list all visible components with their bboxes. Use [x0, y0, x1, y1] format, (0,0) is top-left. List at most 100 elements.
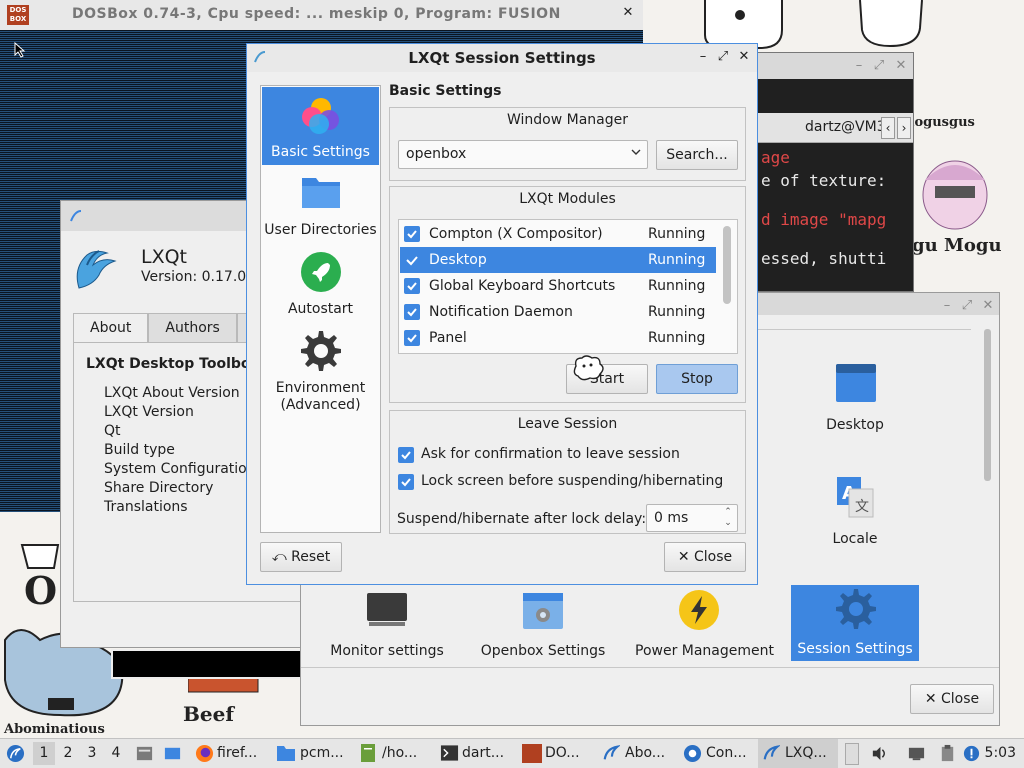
config-minimize-icon[interactable]: –: [937, 293, 957, 319]
desktop-switch-1[interactable]: 1: [33, 742, 55, 765]
lock-delay-value: 0 ms: [654, 510, 689, 526]
about-app-version: Version: 0.17.0: [141, 269, 247, 285]
network-icon[interactable]: [907, 744, 926, 763]
module-checkbox[interactable]: [404, 330, 420, 346]
desktop-icon: [836, 364, 876, 402]
config-item-power[interactable]: Power Management: [635, 587, 774, 663]
config-scrollbar-thumb[interactable]: [984, 329, 991, 481]
list-item: Share Directory: [104, 480, 214, 496]
config-item-openbox[interactable]: Openbox Settings: [479, 587, 607, 663]
main-menu-icon[interactable]: [6, 744, 25, 763]
search-wm-button[interactable]: Search...: [656, 140, 738, 170]
power-icon: [679, 590, 719, 630]
list-item: Translations: [104, 499, 188, 515]
task-label: DO...: [545, 745, 580, 761]
sidebar-item-autostart[interactable]: Autostart: [262, 245, 379, 321]
task-session-settings[interactable]: LXQ...: [758, 739, 838, 768]
wallpaper-ghost-art-2: [859, 0, 923, 48]
module-name: Compton (X Compositor): [429, 226, 603, 242]
tab-about[interactable]: About: [73, 313, 149, 343]
module-checkbox[interactable]: [404, 226, 420, 242]
desktop-switch-4[interactable]: 4: [105, 742, 127, 765]
stop-module-button[interactable]: Stop: [656, 364, 738, 394]
page-title: Basic Settings: [389, 83, 502, 99]
config-item-desktop[interactable]: Desktop: [791, 359, 919, 433]
desktop-switch-2[interactable]: 2: [57, 742, 79, 765]
session-minimize-icon[interactable]: –: [693, 44, 713, 70]
desktop-switch-3[interactable]: 3: [81, 742, 103, 765]
task-dosbox[interactable]: DO...: [520, 739, 580, 768]
config-item-session-settings[interactable]: Session Settings: [791, 585, 919, 661]
sidebar-item-environment[interactable]: Environment (Advanced): [262, 324, 379, 414]
modules-list[interactable]: Compton (X Compositor) Running Desktop R…: [398, 219, 738, 354]
config-item-monitor[interactable]: Monitor settings: [323, 587, 451, 663]
module-row[interactable]: Global Keyboard Shortcuts Running: [400, 273, 716, 299]
sidebar-item-user-directories[interactable]: User Directories: [262, 166, 379, 242]
lock-delay-spinbox[interactable]: 0 ms ⌃ ⌄: [646, 504, 738, 532]
task-terminal[interactable]: dart...: [438, 739, 504, 768]
gear-icon: [301, 331, 341, 371]
terminal-titlebar[interactable]: – ⤢ ✕: [741, 53, 913, 79]
sidebar-item-basic-settings[interactable]: Basic Settings: [262, 87, 379, 165]
clipboard-icon[interactable]: [938, 744, 957, 763]
session-close-button[interactable]: ✕ Close: [664, 542, 746, 572]
config-item-label: Locale: [832, 531, 878, 547]
dosbox-close-icon[interactable]: ✕: [618, 0, 638, 26]
module-checkbox[interactable]: [404, 252, 420, 268]
session-close-icon[interactable]: ✕: [734, 44, 754, 70]
window-manager-select[interactable]: openbox: [398, 140, 648, 169]
tab-scroll-right-icon[interactable]: ›: [897, 117, 911, 139]
terminal-window[interactable]: – ⤢ ✕ dartz@VM3 ‹ › age e of texture: d …: [740, 52, 914, 292]
terminal-close-icon[interactable]: ✕: [891, 53, 911, 79]
session-window-icon: [254, 51, 266, 63]
file-manager-launcher-icon[interactable]: [135, 744, 154, 763]
taskbar-scroll-icon[interactable]: [845, 743, 859, 765]
module-checkbox[interactable]: [404, 278, 420, 294]
session-maximize-icon[interactable]: ⤢: [713, 44, 733, 70]
lock-screen-checkbox[interactable]: [398, 474, 414, 490]
module-row[interactable]: Panel Running: [400, 325, 716, 351]
module-checkbox[interactable]: [404, 304, 420, 320]
config-close-button[interactable]: ✕ Close: [910, 684, 994, 714]
module-state: Running: [648, 226, 706, 242]
task-about-lxqt[interactable]: Abo...: [600, 739, 665, 768]
terminal-tab[interactable]: dartz@VM3: [805, 119, 886, 135]
terminal-icon: [440, 745, 459, 761]
volume-icon[interactable]: [870, 744, 889, 763]
spin-arrows-icon[interactable]: ⌃ ⌄: [722, 507, 734, 529]
task-label: pcm...: [300, 745, 344, 761]
module-row[interactable]: Notification Daemon Running: [400, 299, 716, 325]
tab-scroll-left-icon[interactable]: ‹: [881, 117, 895, 139]
terminal-line: e of texture:: [761, 171, 887, 190]
module-state: Running: [648, 278, 706, 294]
wallpaper-text: Abominatious: [4, 722, 105, 737]
dosbox-icon: [522, 744, 542, 763]
session-settings-window[interactable]: LXQt Session Settings – ⤢ ✕ Basic Settin…: [246, 43, 758, 585]
terminal-strip: [111, 649, 303, 679]
terminal-minimize-icon[interactable]: –: [849, 53, 869, 79]
task-configuration-center[interactable]: Con...: [681, 739, 747, 768]
taskbar: 1 2 3 4 firef... pcm... /ho... dart... D: [0, 738, 1024, 768]
modules-scrollbar[interactable]: [723, 226, 731, 304]
window-manager-value: openbox: [406, 146, 467, 162]
terminal-maximize-icon[interactable]: ⤢: [869, 53, 889, 79]
confirm-leave-checkbox[interactable]: [398, 447, 414, 463]
task-label: Abo...: [625, 745, 666, 761]
config-maximize-icon[interactable]: ⤢: [957, 293, 977, 319]
notification-icon[interactable]: [962, 744, 981, 763]
reset-button[interactable]: ⤺ Reset: [260, 542, 342, 572]
session-titlebar[interactable]: LXQt Session Settings – ⤢ ✕: [247, 44, 757, 72]
task-firefox[interactable]: firef...: [193, 739, 257, 768]
config-item-locale[interactable]: A 文 Locale: [791, 473, 919, 547]
dosbox-titlebar[interactable]: DOS BOX DOSBox 0.74-3, Cpu speed: ... me…: [0, 0, 643, 30]
config-close-icon[interactable]: ✕: [978, 293, 998, 319]
module-row[interactable]: Compton (X Compositor) Running: [400, 221, 716, 247]
mouse-cursor-icon: [14, 42, 26, 58]
clock[interactable]: 5:03: [985, 739, 1016, 768]
config-item-label: Monitor settings: [330, 643, 444, 659]
tab-authors[interactable]: Authors: [148, 313, 237, 343]
task-pcmanfm[interactable]: pcm...: [274, 739, 344, 768]
show-desktop-icon[interactable]: [163, 744, 182, 763]
task-home-editor[interactable]: /ho...: [358, 739, 417, 768]
module-row[interactable]: Desktop Running: [400, 247, 716, 273]
